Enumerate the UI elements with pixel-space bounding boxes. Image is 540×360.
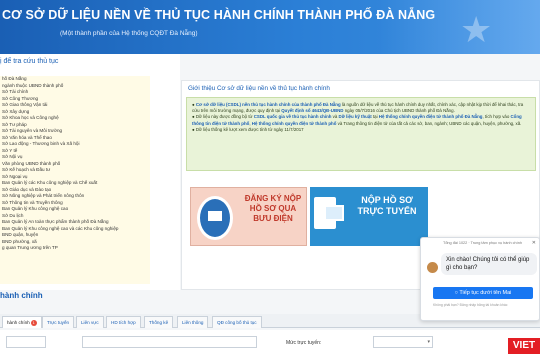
chevron-down-icon: ▾ bbox=[427, 339, 430, 345]
online-banner-text: NỘP HỒ SƠ TRỰC TUYẾN bbox=[357, 195, 417, 216]
chat-message: Xin chào! Chúng tôi có thể giúp gì cho b… bbox=[441, 253, 537, 275]
tab-item[interactable]: Liên vực bbox=[76, 316, 104, 328]
count-badge: 1 bbox=[30, 319, 37, 326]
star-icon: ★ bbox=[460, 9, 493, 50]
intro-info-box: ● Cơ sở dữ liệu (CSDL) nền thủ tục hành … bbox=[186, 97, 536, 171]
level-label: Mức trực tuyến: bbox=[286, 340, 322, 346]
vietnam-logo: VIET bbox=[508, 338, 540, 354]
procedures-heading: hành chính bbox=[0, 291, 43, 300]
chat-header: Tổng đài 1022 · Trung tâm phục vụ hành c… bbox=[443, 241, 522, 245]
search-form: Mức trực tuyến: ▾ bbox=[0, 330, 540, 360]
close-icon[interactable]: ✕ bbox=[532, 240, 536, 246]
page-title: CƠ SỞ DỮ LIỆU NỀN VỀ THỦ TỤC HÀNH CHÍNH … bbox=[2, 8, 436, 22]
tab-item[interactable]: hành chính 1 bbox=[2, 316, 42, 328]
chat-footer[interactable]: Không phải bạn? Đăng nhập bằng tài khoản… bbox=[433, 303, 535, 307]
agency-list: hố Đà Nẵng ngành thuộc UBND thành phố Sở T… bbox=[0, 76, 150, 284]
tab-item[interactable]: HD tích hợp bbox=[106, 316, 141, 328]
header-banner: ★ CƠ SỞ DỮ LIỆU NỀN VỀ THỦ TỤC HÀNH CHÍN… bbox=[0, 0, 540, 54]
egov-system-link[interactable]: Hệ thống chính quyền điện tử thành phố Đ… bbox=[379, 114, 483, 119]
online-submission-banner[interactable]: NỘP HỒ SƠ TRỰC TUYẾN bbox=[310, 187, 428, 246]
tab-item[interactable]: Trực tuyến bbox=[42, 316, 75, 328]
tab-item[interactable]: Liên thông bbox=[177, 316, 209, 328]
csdl-highlight: Cơ sở dữ liệu (CSDL) nền thủ tục hành ch… bbox=[195, 102, 341, 107]
intro-title: Giới thiệu Cơ sở dữ liệu nền về thủ tục … bbox=[188, 85, 330, 92]
tab-item[interactable]: QĐ công bố thủ tục bbox=[212, 316, 262, 328]
postal-icon bbox=[197, 196, 233, 240]
page-subtitle: (Một thành phần của Hệ thống CQĐT Đà Nẵn… bbox=[60, 30, 198, 37]
postal-submission-banner[interactable]: ĐĂNG KÝ NỘP HỒ SƠ QUA BƯU ĐIỆN bbox=[190, 187, 307, 246]
monitor-icon bbox=[324, 205, 344, 221]
avatar bbox=[427, 262, 438, 273]
agency-panel-heading: ị để tra cứu thủ tục bbox=[0, 58, 59, 65]
postal-banner-text: ĐĂNG KÝ NỘP HỒ SƠ QUA BƯU ĐIỆN bbox=[244, 194, 302, 223]
decision-link[interactable]: Quyết định số 4643/QĐ-UBND bbox=[281, 108, 343, 113]
agency-list-item[interactable]: g quan Trung ương trên TP bbox=[2, 245, 150, 252]
intro-paragraph-3: ● Dữ liệu thống kê lượt xem được tính từ… bbox=[192, 126, 304, 132]
keyword-input[interactable] bbox=[6, 336, 46, 348]
chat-widget: Tổng đài 1022 · Trung tâm phục vụ hành c… bbox=[420, 237, 540, 321]
procedure-name-input[interactable] bbox=[82, 336, 257, 348]
agency-panel: ị để tra cứu thủ tục hố Đà Nẵng ngành thu… bbox=[0, 54, 180, 290]
intro-paragraph-2: ● Dữ liệu này được đồng bộ từ CSDL quốc … bbox=[192, 114, 522, 126]
intro-paragraph-1: ● Cơ sở dữ liệu (CSDL) nền thủ tục hành … bbox=[192, 102, 524, 114]
continue-chat-button[interactable]: ○ Tiếp tục dưới tên Mai bbox=[433, 287, 533, 299]
level-select[interactable]: ▾ bbox=[373, 336, 433, 348]
national-db-link[interactable]: CSDL quốc gia về thủ tục hành chính bbox=[254, 114, 332, 119]
tab-item[interactable]: Thống kê bbox=[144, 316, 174, 328]
